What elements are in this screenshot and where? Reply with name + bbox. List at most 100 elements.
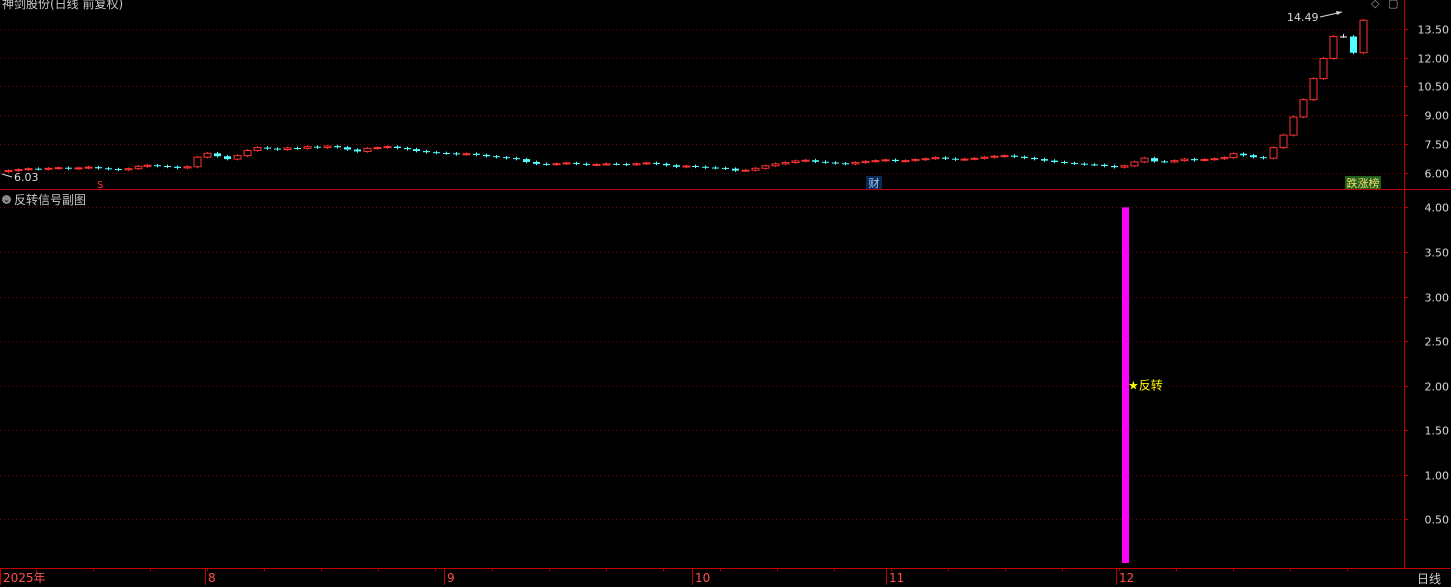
candle-down (1021, 156, 1028, 158)
candle-down (673, 165, 680, 167)
signal-tick-label: 1.00 (1425, 470, 1450, 483)
candle-up (84, 166, 93, 169)
candle-down (1061, 161, 1068, 163)
low-price-label: 6.03 (14, 171, 39, 184)
candle-down (443, 152, 450, 154)
candle-up (861, 160, 870, 164)
candle-up (741, 169, 750, 172)
candle-up (642, 162, 651, 165)
candle-down (583, 163, 590, 165)
candle-up (462, 153, 471, 156)
candle-down (822, 161, 829, 163)
date-tick-label: 12 (1119, 571, 1134, 585)
candle-down (1041, 159, 1048, 161)
candle-down (543, 163, 550, 165)
candle-down (832, 162, 839, 164)
candle-up (143, 164, 152, 167)
candle-down (1260, 157, 1267, 159)
candle-up (960, 158, 969, 161)
date-tick-label: 9 (447, 571, 455, 585)
candlestick-chart-svg: 13.50 12.00 10.50 9.00 7.50 6.00 4.00 3.50 3.00 2… (0, 0, 1451, 585)
candle-up (791, 160, 800, 164)
candle-down (95, 167, 102, 169)
candle-down (1081, 163, 1088, 165)
upper-panel-title: 神剑股份(日线 前复权) (2, 0, 124, 11)
candle-up (373, 147, 382, 150)
candle-up (562, 162, 571, 165)
candle-down (344, 147, 351, 150)
candle-down (1161, 161, 1168, 163)
signal-tick-label: 2.00 (1425, 381, 1450, 394)
candle-down (105, 168, 112, 170)
candle-up (4, 170, 13, 173)
price-tick-label: 10.50 (1418, 81, 1450, 94)
candle-up (771, 163, 780, 167)
candle-up (1229, 153, 1238, 159)
candle-down (453, 153, 460, 155)
candle-down (433, 152, 440, 154)
signal-tick-label: 4.00 (1425, 202, 1450, 215)
candle-down (1240, 153, 1247, 156)
board-event-marker: 跌涨榜 (1347, 176, 1380, 190)
candle-down (812, 160, 819, 162)
candle-up (1210, 158, 1219, 161)
candle-down (334, 146, 341, 148)
candle-down (573, 162, 580, 164)
low-arrow (1, 173, 13, 178)
candle-doji (1340, 36, 1347, 38)
candle-up (632, 163, 641, 166)
candle-down (732, 168, 739, 171)
candle-down (493, 156, 500, 158)
signal-tick-label: 3.50 (1425, 247, 1450, 260)
candle-down (533, 161, 540, 164)
candle-down (65, 167, 72, 169)
candle-up (602, 163, 611, 166)
candle-down (1101, 164, 1108, 166)
candle-up (1140, 157, 1149, 163)
candle-up (203, 152, 212, 158)
candle-down (623, 164, 630, 166)
candle-down (473, 153, 480, 155)
candle-down (174, 166, 181, 168)
candle-down (892, 159, 899, 162)
window-restore-icon[interactable]: ▢ (1388, 0, 1398, 10)
chevron-down-icon[interactable]: ⌄ (2, 195, 11, 204)
candle-down (1091, 164, 1098, 166)
lower-panel-title: 反转信号副图 (14, 193, 87, 207)
date-tick-label: 2025年 (3, 571, 46, 585)
price-tick-label: 7.50 (1425, 139, 1450, 152)
candle-up (1120, 165, 1129, 168)
candle-up (871, 160, 880, 163)
candle-up (1279, 134, 1288, 149)
candle-up (54, 167, 63, 170)
candle-down (404, 147, 411, 150)
candle-down (35, 168, 42, 170)
lower-panel-header[interactable]: ⌄ 反转信号副图 (2, 191, 86, 208)
candle-up (183, 166, 192, 169)
signal-tick-label: 3.00 (1425, 292, 1450, 305)
price-tick-label: 9.00 (1425, 110, 1450, 123)
candle-up (124, 168, 133, 171)
candle-up (801, 159, 810, 162)
candle-down (1011, 155, 1018, 157)
candle-up (552, 163, 561, 166)
candle-up (1329, 35, 1338, 60)
candle-up (1200, 158, 1209, 161)
candle-down (413, 149, 420, 152)
candle-down (314, 146, 321, 148)
period-label[interactable]: 日线 (1417, 570, 1441, 587)
candle-up (74, 167, 83, 170)
candle-up (990, 155, 999, 158)
stock-chart-window: 13.50 12.00 10.50 9.00 7.50 6.00 4.00 3.50 3.00 2… (0, 0, 1451, 587)
candle-down (692, 165, 699, 167)
candle-up (1170, 160, 1179, 163)
candle-up (881, 159, 890, 162)
candle-up (980, 156, 989, 159)
candle-up (851, 162, 860, 165)
candle-up (931, 157, 940, 160)
candle-down (712, 167, 719, 169)
s-event-marker: S (97, 180, 103, 191)
candle-down (354, 149, 361, 152)
candle-up (781, 162, 790, 165)
expand-diamond-icon[interactable]: ◇ (1371, 0, 1379, 10)
